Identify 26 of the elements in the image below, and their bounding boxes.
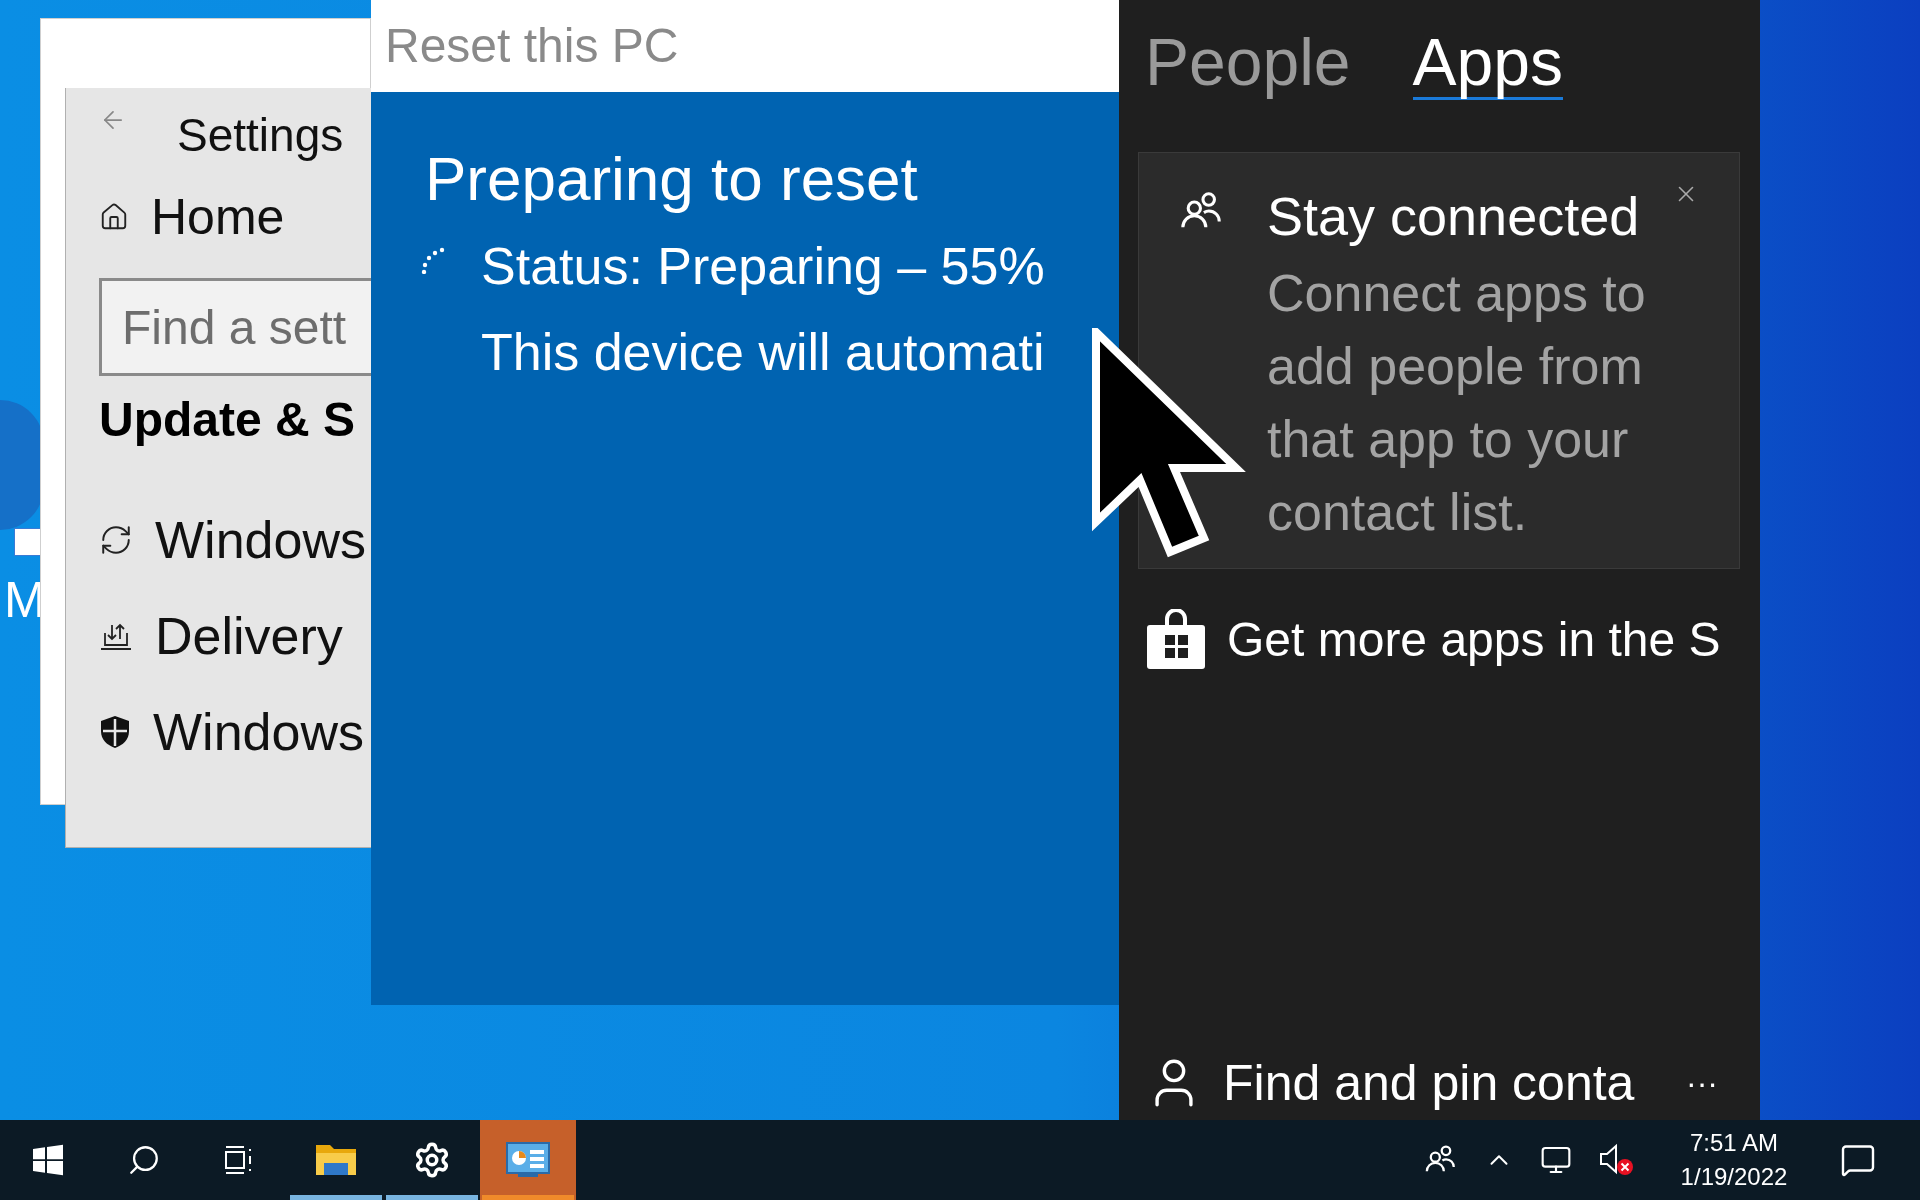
- home-icon[interactable]: [99, 202, 129, 232]
- more-button[interactable]: ···: [1686, 1067, 1718, 1099]
- home-link[interactable]: Home: [151, 192, 285, 242]
- volume-muted-icon[interactable]: [1598, 1143, 1634, 1177]
- notifications-icon[interactable]: [1840, 1142, 1876, 1178]
- shield-icon: [99, 715, 131, 749]
- network-icon[interactable]: [1540, 1144, 1572, 1176]
- search-icon[interactable]: [127, 1143, 161, 1177]
- section-heading: Update & S: [99, 396, 357, 444]
- sync-icon: [99, 523, 133, 557]
- tab[interactable]: Apps: [1412, 28, 1563, 100]
- windows-logo-icon[interactable]: [32, 1144, 64, 1176]
- control-panel-icon[interactable]: [506, 1142, 550, 1178]
- clock-time[interactable]: 7:51 AM: [1689, 1126, 1779, 1160]
- search-field[interactable]: Find a sett: [99, 278, 371, 376]
- nav-item[interactable]: Windows: [99, 706, 371, 758]
- find-contacts-link[interactable]: Find and pin conta: [1223, 1058, 1635, 1108]
- window-title: Reset this PC: [385, 22, 679, 70]
- nav-item[interactable]: Windows: [99, 514, 371, 566]
- store-link[interactable]: Get more apps in the S: [1227, 616, 1721, 664]
- store-icon: [1145, 609, 1207, 671]
- tab[interactable]: People: [1145, 28, 1351, 100]
- settings-icon[interactable]: [413, 1141, 451, 1179]
- clock-date[interactable]: 1/19/2022: [1680, 1160, 1788, 1194]
- info-text: This device will automati: [481, 326, 1045, 378]
- card-description: Connect apps to add people from that app to your contact list.: [1267, 263, 1647, 543]
